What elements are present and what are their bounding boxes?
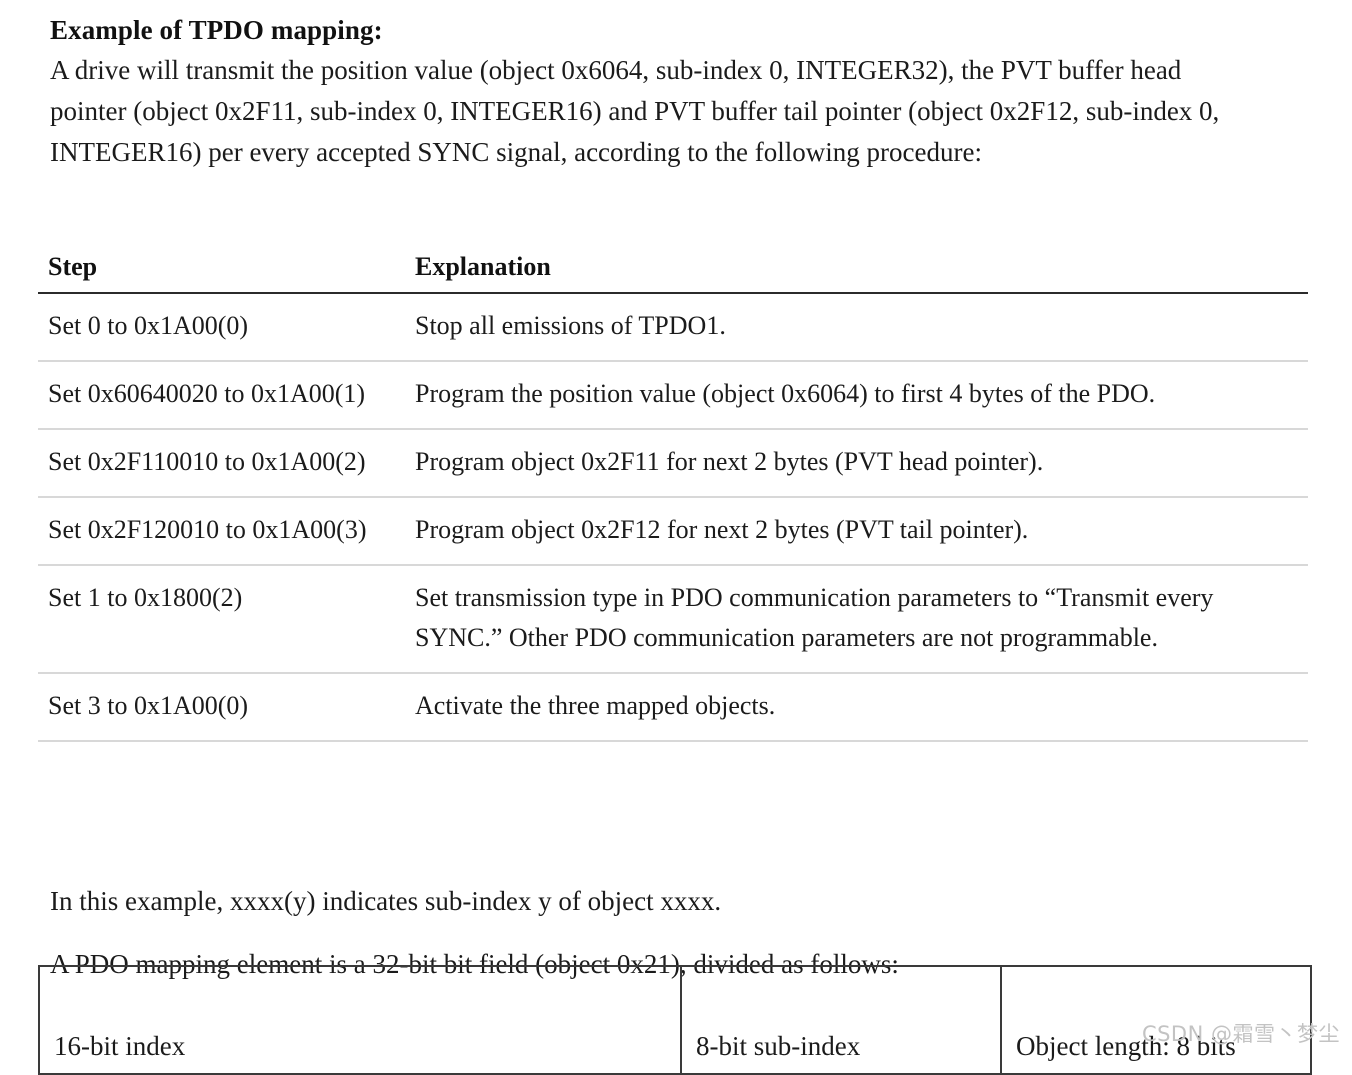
steps-table-header-row: Step Explanation bbox=[38, 250, 1308, 294]
document-intro-block: Example of TPDO mapping: A drive will tr… bbox=[50, 10, 1312, 173]
bitfield-cell-index: 16-bit index bbox=[38, 965, 682, 1075]
cell-explanation: Activate the three mapped objects. bbox=[405, 673, 1308, 742]
tpdo-steps-table: Step Explanation Set 0 to 0x1A00(0) Stop… bbox=[38, 250, 1308, 742]
intro-paragraph: A drive will transmit the position value… bbox=[50, 55, 1220, 167]
cell-step: Set 0x2F110010 to 0x1A00(2) bbox=[38, 429, 405, 498]
table-row: Set 3 to 0x1A00(0) Activate the three ma… bbox=[38, 673, 1308, 742]
cell-explanation: Program object 0x2F11 for next 2 bytes (… bbox=[405, 429, 1308, 498]
column-header-explanation: Explanation bbox=[405, 250, 1308, 294]
bitfield-cell-subindex: 8-bit sub-index bbox=[680, 965, 1002, 1075]
column-header-step: Step bbox=[38, 250, 405, 294]
cell-explanation: Stop all emissions of TPDO1. bbox=[405, 293, 1308, 362]
bitfield-layout-table: 16-bit index 8-bit sub-index Object leng… bbox=[38, 965, 1312, 1075]
cell-explanation: Program the position value (object 0x606… bbox=[405, 361, 1308, 430]
bitfield-cell-object-length: Object length: 8 bits bbox=[1000, 965, 1312, 1075]
steps-table-body: Set 0 to 0x1A00(0) Stop all emissions of… bbox=[38, 293, 1308, 742]
cell-step: Set 0x2F120010 to 0x1A00(3) bbox=[38, 497, 405, 566]
cell-step: Set 1 to 0x1800(2) bbox=[38, 565, 405, 674]
steps-table-head: Step Explanation bbox=[38, 250, 1308, 294]
table-row: Set 0x2F120010 to 0x1A00(3) Program obje… bbox=[38, 497, 1308, 566]
cell-step: Set 3 to 0x1A00(0) bbox=[38, 673, 405, 742]
cell-step: Set 0x60640020 to 0x1A00(1) bbox=[38, 361, 405, 430]
table-row: Set 1 to 0x1800(2) Set transmission type… bbox=[38, 565, 1308, 674]
table-row: Set 0 to 0x1A00(0) Stop all emissions of… bbox=[38, 293, 1308, 362]
note-example-usage: In this example, xxxx(y) indicates sub-i… bbox=[50, 886, 722, 916]
cell-explanation: Set transmission type in PDO communicati… bbox=[405, 565, 1308, 674]
cell-explanation: Program object 0x2F12 for next 2 bytes (… bbox=[405, 497, 1308, 566]
table-row: Set 0x60640020 to 0x1A00(1) Program the … bbox=[38, 361, 1308, 430]
cell-step: Set 0 to 0x1A00(0) bbox=[38, 293, 405, 362]
table-row: 16-bit index 8-bit sub-index Object leng… bbox=[38, 965, 1312, 1075]
page-title: Example of TPDO mapping: bbox=[50, 15, 383, 45]
document-page: Example of TPDO mapping: A drive will tr… bbox=[0, 0, 1352, 1075]
table-row: Set 0x2F110010 to 0x1A00(2) Program obje… bbox=[38, 429, 1308, 498]
